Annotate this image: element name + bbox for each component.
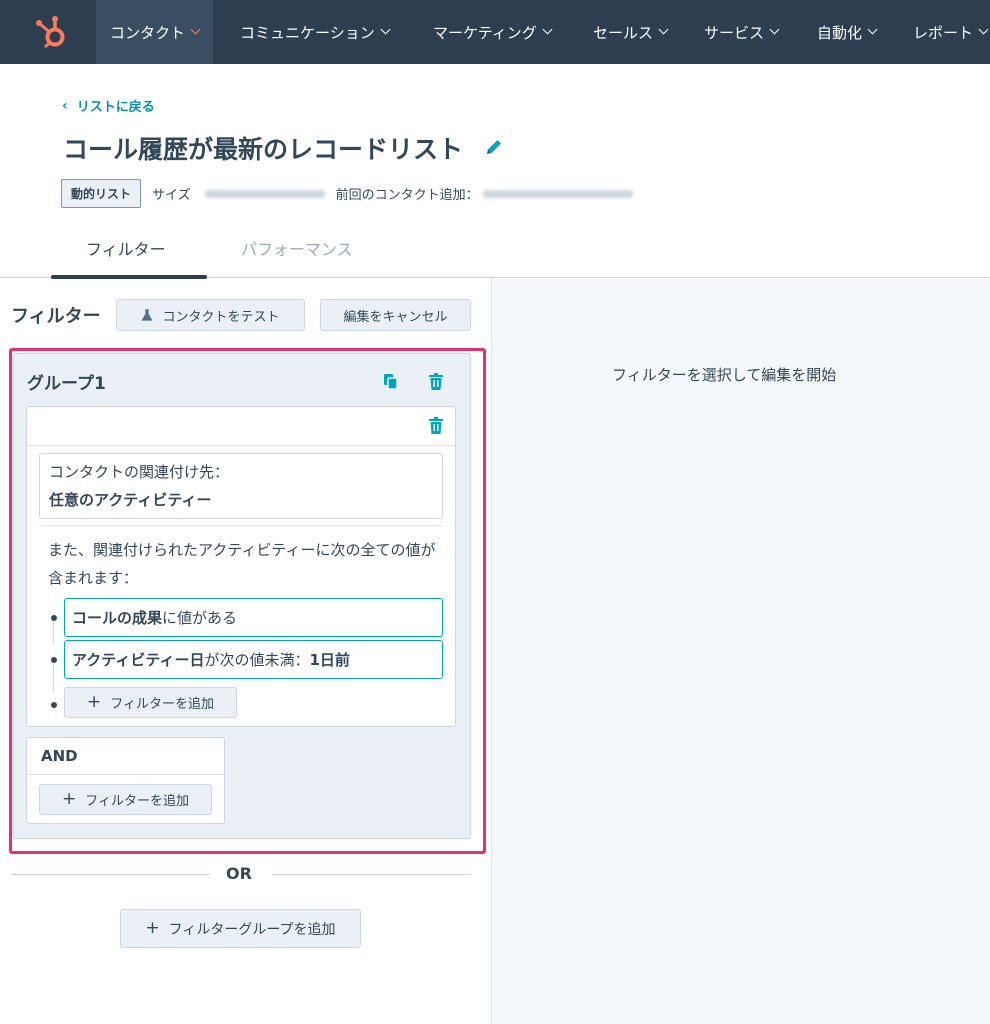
divider (39, 525, 443, 526)
size-value-redacted (204, 189, 325, 198)
association-label: コンタクトの関連付け先： (49, 463, 230, 481)
plus-icon: + (87, 692, 102, 712)
chevron-down-icon (867, 24, 878, 35)
test-contact-button[interactable]: コンタクトをテスト (116, 299, 305, 331)
tab-performance[interactable]: パフォーマンス (241, 236, 353, 260)
nav-service[interactable]: サービス (704, 0, 780, 64)
active-tab-indicator (51, 275, 207, 279)
chevron-down-icon (978, 24, 989, 35)
association-description: また、関連付けられたアクティビティーに次の全ての値が含まれます： (48, 541, 436, 587)
bullet-dot (51, 702, 57, 708)
association-value: 任意のアクティビティー (49, 491, 212, 509)
cancel-edit-button[interactable]: 編集をキャンセル (320, 299, 471, 331)
group-title: グループ1 (27, 374, 106, 394)
card-header-divider (27, 445, 455, 446)
chevron-down-icon (380, 24, 391, 35)
copy-icon[interactable] (383, 373, 399, 390)
list-meta: 動的リスト サイズ 前回のコンタクト追加： (61, 179, 633, 208)
nav-contacts[interactable]: コンタクト (96, 0, 214, 64)
divider (27, 774, 224, 775)
nav-automation[interactable]: 自動化 (817, 0, 878, 64)
top-nav: コンタクト コミュニケーション マーケティング セールス サービス 自動化 レポ… (0, 0, 990, 64)
chevron-down-icon (542, 24, 553, 35)
pencil-icon[interactable] (484, 137, 504, 157)
add-filter-button[interactable]: + フィルターを追加 (64, 687, 237, 718)
plus-icon: + (62, 789, 77, 809)
or-label: OR (226, 864, 252, 883)
flask-icon (141, 309, 154, 321)
chevron-left-icon: ‹ (62, 97, 68, 114)
bullet-dot (51, 615, 57, 621)
hubspot-logo-icon[interactable] (34, 14, 74, 50)
size-label: サイズ (152, 188, 191, 203)
editor-empty-message: フィルターを選択して編集を開始 (612, 366, 837, 384)
plus-icon: + (145, 918, 160, 938)
trash-icon[interactable] (429, 373, 443, 390)
bullet-dot (51, 657, 57, 663)
tab-filters[interactable]: フィルター (86, 236, 166, 260)
filters-heading: フィルター (11, 306, 101, 327)
add-filter-group-button[interactable]: + フィルターグループを追加 (120, 909, 361, 948)
and-add-filter-button[interactable]: + フィルターを追加 (39, 784, 212, 815)
trash-icon[interactable] (429, 417, 443, 434)
page-title: コール履歴が最新のレコードリスト (63, 135, 464, 164)
nav-sales[interactable]: セールス (593, 0, 669, 64)
nav-marketing[interactable]: マーケティング (433, 0, 553, 64)
and-label: AND (41, 747, 78, 765)
or-divider-left (11, 874, 210, 875)
list-type-badge: 動的リスト (61, 179, 142, 208)
filter-condition[interactable]: アクティビティー日 が次の値未満： 1日前 (64, 640, 443, 679)
last-added-value-redacted (482, 189, 633, 198)
chevron-down-icon (190, 24, 201, 35)
or-divider-right (272, 874, 471, 875)
filter-editor-panel (491, 278, 990, 1024)
nav-reports[interactable]: レポート (913, 0, 989, 64)
chevron-down-icon (658, 24, 669, 35)
chevron-down-icon (769, 24, 780, 35)
connector-line (53, 664, 54, 692)
nav-communications[interactable]: コミュニケーション (240, 0, 391, 64)
filter-condition[interactable]: コールの成果 に値がある (64, 598, 443, 637)
connector-line (53, 622, 54, 644)
last-added-label: 前回のコンタクト追加： (335, 188, 479, 203)
back-to-lists-link[interactable]: ‹ リストに戻る (62, 96, 155, 116)
